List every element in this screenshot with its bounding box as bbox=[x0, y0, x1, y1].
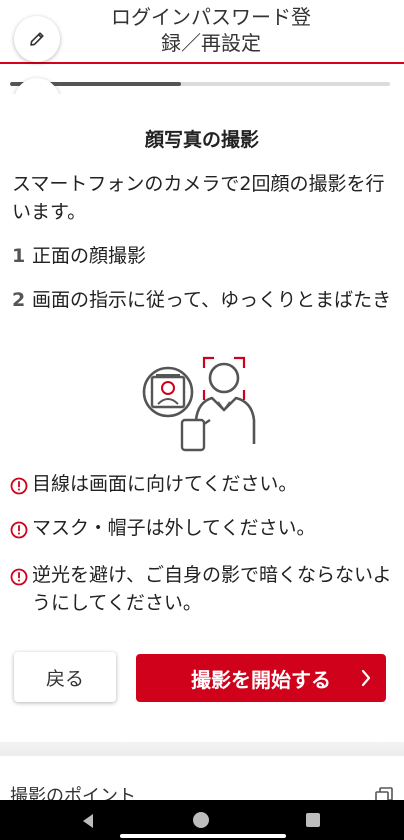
gesture-handle[interactable] bbox=[120, 834, 286, 838]
copy-icon bbox=[375, 787, 393, 800]
exclamation-circle-icon bbox=[10, 521, 28, 539]
section-divider bbox=[0, 742, 404, 756]
section-title: 顔写真の撮影 bbox=[144, 129, 259, 151]
step-number: 2 bbox=[12, 289, 26, 311]
intro-text: スマートフォンのカメラで2回顔の撮影を行います。 bbox=[12, 173, 385, 223]
page-title: ログインパスワード登 録／再設定 bbox=[66, 4, 356, 56]
step-item: 2 画面の指示に従って、ゆっくりとまばたき bbox=[12, 286, 392, 314]
start-capture-button[interactable]: 撮影を開始する bbox=[136, 654, 386, 702]
tips-section[interactable]: 撮影のポイント bbox=[0, 770, 404, 800]
step-item: 1 正面の顔撮影 bbox=[12, 242, 392, 270]
warning-text: 逆光を避け、ご自身の影で暗くならないようにしてください。 bbox=[32, 564, 392, 614]
nav-recent-icon[interactable] bbox=[306, 813, 320, 827]
page-title-line1: ログインパスワード登 bbox=[111, 5, 311, 29]
warning-text: マスク・帽子は外してください。 bbox=[32, 517, 316, 539]
back-button[interactable]: 戻る bbox=[14, 652, 116, 702]
start-capture-label: 撮影を開始する bbox=[191, 667, 331, 692]
header-bar: ログインパスワード登 録／再設定 bbox=[0, 0, 404, 64]
exclamation-circle-icon bbox=[10, 568, 28, 586]
step-text: 画面の指示に従って、ゆっくりとまばたき bbox=[32, 289, 392, 311]
warning-item: マスク・帽子は外してください。 bbox=[10, 514, 394, 547]
back-button-label: 戻る bbox=[45, 667, 84, 690]
system-nav-bar bbox=[0, 800, 404, 840]
progress-bar bbox=[10, 82, 390, 86]
step-number: 1 bbox=[12, 245, 26, 267]
warning-item: 目線は画面に向けてください。 bbox=[10, 470, 394, 503]
chevron-right-icon bbox=[361, 669, 371, 687]
step-text: 正面の顔撮影 bbox=[32, 245, 147, 267]
nav-home-icon[interactable] bbox=[193, 812, 209, 828]
face-scan-phone-illustration bbox=[142, 356, 256, 452]
edit-button[interactable] bbox=[14, 16, 60, 62]
page-title-line2: 録／再設定 bbox=[161, 31, 261, 55]
warning-item: 逆光を避け、ご自身の影で暗くならないようにしてください。 bbox=[10, 561, 394, 617]
exclamation-circle-icon bbox=[10, 477, 28, 495]
tips-label: 撮影のポイント bbox=[10, 786, 136, 800]
nav-back-icon[interactable] bbox=[80, 813, 96, 829]
warning-text: 目線は画面に向けてください。 bbox=[32, 473, 298, 495]
pencil-icon bbox=[30, 32, 44, 46]
